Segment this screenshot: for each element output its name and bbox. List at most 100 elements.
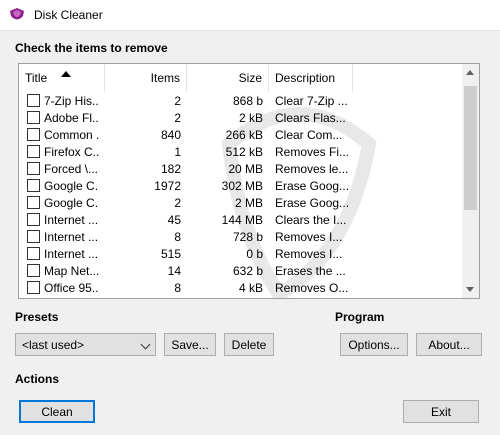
delete-preset-button[interactable]: Delete <box>224 333 274 356</box>
column-header-description[interactable]: Description <box>269 64 353 92</box>
row-title: Internet ... <box>44 229 99 244</box>
row-checkbox[interactable] <box>27 264 40 277</box>
row-description: Clears Flas... <box>275 110 346 125</box>
clean-button[interactable]: Clean <box>19 400 95 423</box>
chevron-down-icon <box>140 339 151 350</box>
table-row[interactable]: Internet ... 45 144 MB Clears the I... <box>19 211 463 228</box>
exit-button[interactable]: Exit <box>403 400 479 423</box>
row-size: 302 MB <box>221 178 263 193</box>
table-row[interactable]: Common ... 840 266 kB Clear Com... <box>19 126 463 143</box>
row-description: Clears the I... <box>275 212 347 227</box>
row-items: 2 <box>174 110 181 125</box>
row-checkbox[interactable] <box>27 213 40 226</box>
row-size: 728 b <box>232 229 263 244</box>
row-title: 7-Zip His... <box>44 93 99 108</box>
row-checkbox[interactable] <box>27 179 40 192</box>
table-row[interactable]: Internet ... 8 728 b Removes I... <box>19 228 463 245</box>
row-size: 868 b <box>232 93 263 108</box>
row-items: 1972 <box>154 178 181 193</box>
row-description: Removes le... <box>275 161 349 176</box>
list-header: Title Items Size Description <box>19 64 463 92</box>
list-vertical-scrollbar[interactable] <box>462 64 479 298</box>
column-header-items[interactable]: Items <box>105 64 187 92</box>
actions-label: Actions <box>15 372 60 386</box>
program-label: Program <box>335 310 385 324</box>
row-title: Internet ... <box>44 246 99 261</box>
cleaner-items-list[interactable]: Title Items Size Description 7-Zip His..… <box>18 63 480 299</box>
presets-dropdown[interactable]: <last used> <box>15 333 156 356</box>
scroll-up-arrow-icon[interactable] <box>466 70 474 75</box>
disk-cleaner-app-icon <box>10 8 24 20</box>
row-description: Erase Goog... <box>275 195 350 210</box>
row-description: Clear 7-Zip ... <box>275 93 348 108</box>
scroll-down-arrow-icon[interactable] <box>466 287 474 292</box>
table-row[interactable]: Google C... 2 2 MB Erase Goog... <box>19 194 463 211</box>
row-title: Firefox C... <box>44 144 99 159</box>
row-description: Removes Fi... <box>275 144 350 159</box>
row-description: Removes I... <box>275 229 343 244</box>
row-description: Clear Com... <box>275 127 343 142</box>
row-checkbox[interactable] <box>27 94 40 107</box>
row-title: Map Net... <box>44 263 99 278</box>
list-section-label: Check the items to remove <box>15 41 168 55</box>
column-header-size[interactable]: Size <box>187 64 269 92</box>
table-row[interactable]: Office 95... 8 4 kB Removes O... <box>19 279 463 296</box>
row-description: Erases the ... <box>275 263 346 278</box>
table-row[interactable]: Firefox C... 1 512 kB Removes Fi... <box>19 143 463 160</box>
table-row[interactable]: Google C... 1972 302 MB Erase Goog... <box>19 177 463 194</box>
sort-ascending-icon <box>61 71 71 77</box>
row-description: Removes I... <box>275 246 343 261</box>
row-title: Google C... <box>44 178 99 193</box>
title-bar: Disk Cleaner <box>0 0 500 31</box>
row-checkbox[interactable] <box>27 247 40 260</box>
row-size: 2 kB <box>238 110 263 125</box>
row-size: 20 MB <box>228 161 263 176</box>
row-size: 2 MB <box>234 195 263 210</box>
row-items: 840 <box>160 127 181 142</box>
table-row[interactable]: 7-Zip His... 2 868 b Clear 7-Zip ... <box>19 92 463 109</box>
row-checkbox[interactable] <box>27 281 40 294</box>
row-title: Office 95... <box>44 280 99 295</box>
presets-selected-value: <last used> <box>22 337 85 352</box>
scroll-thumb[interactable] <box>464 86 477 210</box>
row-description: Removes O... <box>275 280 349 295</box>
about-button[interactable]: About... <box>416 333 482 356</box>
row-size: 266 kB <box>225 127 263 142</box>
row-items: 2 <box>174 93 181 108</box>
row-description: Erase Goog... <box>275 178 350 193</box>
row-items: 182 <box>160 161 181 176</box>
column-header-title[interactable]: Title <box>19 64 105 92</box>
row-items: 45 <box>167 212 181 227</box>
row-size: 512 kB <box>225 144 263 159</box>
save-preset-button[interactable]: Save... <box>164 333 216 356</box>
table-row[interactable]: Adobe Fl... 2 2 kB Clears Flas... <box>19 109 463 126</box>
row-checkbox[interactable] <box>27 230 40 243</box>
row-title: Common ... <box>44 127 99 142</box>
row-checkbox[interactable] <box>27 145 40 158</box>
row-checkbox[interactable] <box>27 196 40 209</box>
window-title: Disk Cleaner <box>34 8 103 22</box>
row-checkbox[interactable] <box>27 162 40 175</box>
row-items: 8 <box>174 280 181 295</box>
list-rows: 7-Zip His... 2 868 b Clear 7-Zip ... Ado… <box>19 92 463 296</box>
row-checkbox[interactable] <box>27 128 40 141</box>
row-size: 0 b <box>246 246 263 261</box>
row-items: 1 <box>174 144 181 159</box>
row-title: Google C... <box>44 195 99 210</box>
row-items: 2 <box>174 195 181 210</box>
row-title: Forced \... <box>44 161 99 176</box>
table-row[interactable]: Internet ... 515 0 b Removes I... <box>19 245 463 262</box>
presets-label: Presets <box>15 310 59 324</box>
row-items: 515 <box>160 246 181 261</box>
row-title: Internet ... <box>44 212 99 227</box>
row-checkbox[interactable] <box>27 111 40 124</box>
row-size: 632 b <box>232 263 263 278</box>
options-button[interactable]: Options... <box>340 333 408 356</box>
row-size: 4 kB <box>238 280 263 295</box>
table-row[interactable]: Forced \... 182 20 MB Removes le... <box>19 160 463 177</box>
row-size: 144 MB <box>221 212 263 227</box>
row-items: 8 <box>174 229 181 244</box>
row-items: 14 <box>167 263 181 278</box>
table-row[interactable]: Map Net... 14 632 b Erases the ... <box>19 262 463 279</box>
row-title: Adobe Fl... <box>44 110 99 125</box>
